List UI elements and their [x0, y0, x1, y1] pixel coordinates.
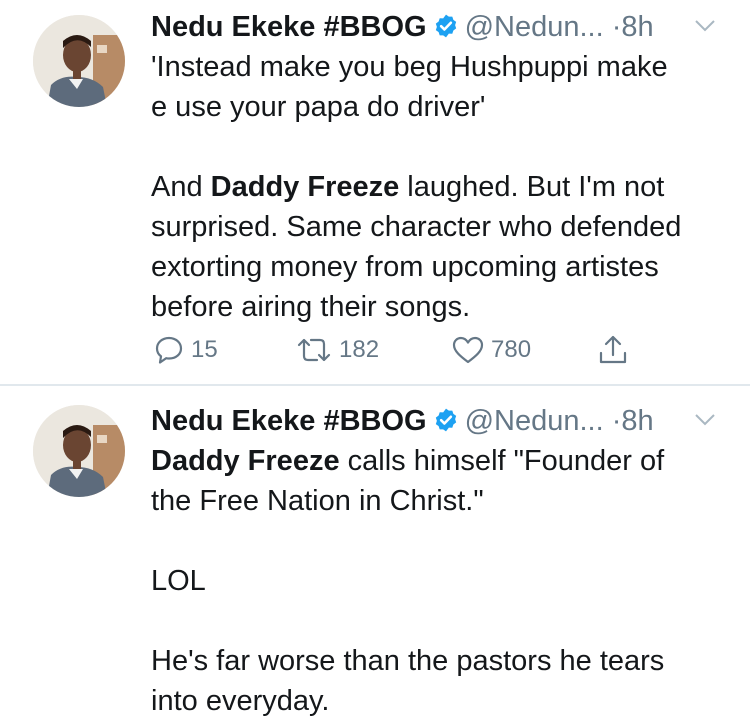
share-icon [599, 335, 627, 364]
text-segment: into everyday. [151, 685, 330, 717]
separator-dot: · [611, 11, 622, 43]
text-segment: extorting money from upcoming artistes [151, 251, 659, 283]
text-segment: 'Instead make you beg Hushpuppi make [151, 51, 668, 83]
text-segment: laughed. But I'm not [399, 171, 665, 203]
verified-badge-icon [435, 14, 456, 38]
like-button[interactable]: 780 [451, 330, 531, 370]
author-name[interactable]: Nedu Ekeke #BBOG [151, 405, 427, 437]
tweet-header: Nedu Ekeke #BBOG @Nedun... ·8h [151, 7, 731, 47]
chevron-down-icon[interactable] [694, 413, 716, 427]
tweet-line: surprised. Same character who defended [151, 207, 741, 247]
reply-count: 15 [191, 336, 218, 363]
timestamp[interactable]: 8h [621, 11, 653, 43]
author-name[interactable]: Nedu Ekeke #BBOG [151, 11, 427, 43]
reply-button[interactable]: 15 [153, 330, 218, 370]
separator-dot: · [611, 405, 622, 437]
bold-text: Daddy Freeze [210, 171, 400, 203]
tweet[interactable]: Nedu Ekeke #BBOG @Nedun... ·8h 'Instead ma… [0, 0, 750, 385]
retweet-count: 182 [339, 336, 380, 363]
text-segment: surprised. Same character who defended [151, 211, 682, 243]
tweet-line: before airing their songs. [151, 287, 741, 327]
tweet-text: 'Instead make you beg Hushpuppi make e us… [151, 47, 741, 327]
tweet-line: Daddy Freeze calls himself "Founder of [151, 441, 741, 481]
text-segment: the Free Nation in Christ." [151, 485, 484, 517]
text-segment: calls himself "Founder of [339, 445, 665, 477]
tweet-text: Daddy Freeze calls himself "Founder of th… [151, 441, 741, 721]
tweet-line: 'Instead make you beg Hushpuppi make [151, 47, 741, 87]
timestamp[interactable]: 8h [621, 405, 653, 437]
text-segment: e use your papa do driver' [151, 91, 486, 123]
tweet-line: extorting money from upcoming artistes [151, 247, 741, 287]
reply-icon [155, 336, 183, 364]
text-segment: LOL [151, 565, 206, 597]
retweet-icon [297, 338, 331, 362]
author-handle[interactable]: @Nedun... [465, 405, 604, 437]
tweet-line: LOL [151, 561, 741, 601]
like-icon [452, 336, 484, 364]
bold-text: Daddy Freeze [151, 445, 340, 477]
text-segment: He's far worse than the pastors he tears [151, 645, 665, 677]
retweet-button[interactable]: 182 [295, 330, 379, 370]
tweet-line: e use your papa do driver' [151, 87, 741, 127]
tweet-header: Nedu Ekeke #BBOG @Nedun... ·8h [151, 401, 731, 441]
tweet-line: into everyday. [151, 681, 741, 721]
tweet-line: And Daddy Freeze laughed. But I'm not [151, 167, 741, 207]
chevron-down-icon[interactable] [694, 19, 716, 33]
verified-badge-icon [435, 408, 456, 432]
text-segment: And [151, 171, 211, 203]
tweet-actions: 15 182 780 [151, 330, 651, 370]
like-count: 780 [491, 336, 532, 363]
share-button[interactable] [597, 330, 629, 370]
text-segment: before airing their songs. [151, 291, 471, 323]
tweet-line: He's far worse than the pastors he tears [151, 641, 741, 681]
tweet-line: the Free Nation in Christ." [151, 481, 741, 521]
tweet[interactable]: Nedu Ekeke #BBOG @Nedun... ·8h Daddy Freez… [0, 386, 750, 718]
avatar[interactable] [33, 405, 125, 497]
avatar[interactable] [33, 15, 125, 107]
author-handle[interactable]: @Nedun... [465, 11, 604, 43]
